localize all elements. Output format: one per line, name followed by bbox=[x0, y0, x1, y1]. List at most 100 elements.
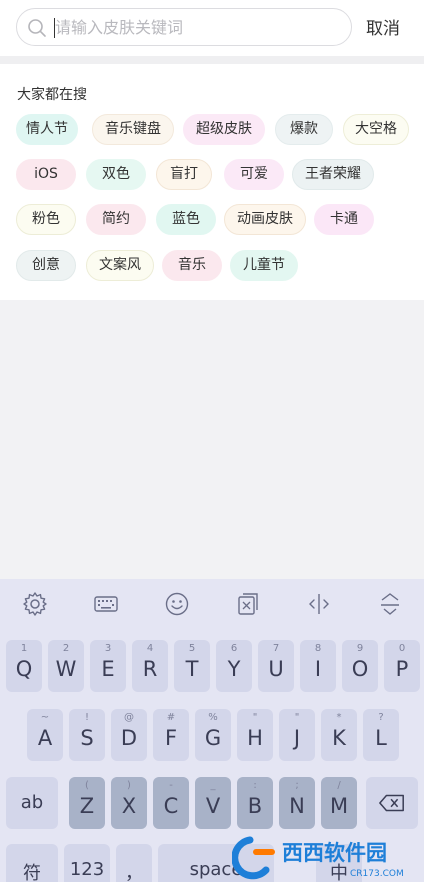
svg-text:CR173.COM: CR173.COM bbox=[350, 869, 404, 879]
key-k[interactable]: * K bbox=[321, 709, 357, 761]
keyboard-toolbar bbox=[0, 579, 424, 629]
key-label: F bbox=[164, 726, 178, 750]
key-hint: 4 bbox=[146, 643, 154, 654]
hot-tag[interactable]: 盲打 bbox=[156, 159, 212, 190]
hot-tag[interactable]: 卡通 bbox=[314, 204, 374, 235]
gear-icon[interactable] bbox=[19, 589, 51, 619]
key-b[interactable]: :B bbox=[237, 777, 273, 829]
key-l[interactable]: ? L bbox=[363, 709, 399, 761]
key-h[interactable]: " H bbox=[237, 709, 273, 761]
key-i[interactable]: 8I bbox=[300, 640, 336, 692]
key-label: Y bbox=[227, 657, 241, 681]
key-hint: # bbox=[166, 712, 176, 723]
backspace-key[interactable] bbox=[366, 777, 418, 829]
hot-tag[interactable]: 双色 bbox=[86, 159, 146, 190]
key-hint: 2 bbox=[62, 643, 70, 654]
symbols-key[interactable]: 符 bbox=[6, 844, 58, 882]
hot-tag[interactable]: 蓝色 bbox=[156, 204, 216, 235]
cancel-button[interactable]: 取消 bbox=[366, 14, 400, 39]
search-box[interactable] bbox=[16, 8, 352, 46]
key-o[interactable]: 9O bbox=[342, 640, 378, 692]
key-y[interactable]: 6Y bbox=[216, 640, 252, 692]
key-label: A bbox=[37, 726, 53, 750]
hot-tag[interactable]: 超级皮肤 bbox=[183, 114, 265, 145]
hot-tag[interactable]: 可爱 bbox=[224, 159, 284, 190]
search-icon bbox=[28, 19, 46, 37]
watermark-logo: 西西软件园 CR173.COM bbox=[232, 836, 404, 880]
hot-tag[interactable]: 创意 bbox=[16, 250, 76, 281]
key-hint: 7 bbox=[272, 643, 280, 654]
hot-tag[interactable]: iOS bbox=[16, 159, 76, 190]
hot-search-panel: 大家都在搜 情人节 音乐键盘 超级皮肤 爆款 大空格 iOS 双色 盲打 可爱 王者荣耀粉色 简约蓝… bbox=[0, 64, 424, 300]
key-hint: ; bbox=[295, 780, 299, 791]
key-u[interactable]: 7U bbox=[258, 640, 294, 692]
key-hint: ) bbox=[127, 780, 131, 791]
key-f[interactable]: # F bbox=[153, 709, 189, 761]
key-label: M bbox=[329, 794, 349, 818]
key-label: N bbox=[289, 794, 305, 818]
key-hint: / bbox=[337, 780, 341, 791]
ab-key[interactable]: ab bbox=[6, 777, 58, 829]
hot-tag[interactable]: 爆款 bbox=[275, 114, 333, 145]
key-hint: " bbox=[252, 712, 258, 723]
clipboard-icon[interactable] bbox=[232, 589, 264, 619]
comma-key[interactable]: ， bbox=[116, 844, 152, 882]
key-w[interactable]: 2W bbox=[48, 640, 84, 692]
key-t[interactable]: 5T bbox=[174, 640, 210, 692]
key-s[interactable]: ! S bbox=[69, 709, 105, 761]
hot-tag[interactable]: 简约 bbox=[86, 204, 146, 235]
search-input[interactable] bbox=[55, 13, 345, 41]
key-label: G bbox=[204, 726, 222, 750]
key-label: P bbox=[395, 657, 409, 681]
key-q[interactable]: 1Q bbox=[6, 640, 42, 692]
key-hint: 8 bbox=[314, 643, 322, 654]
key-hint: ? bbox=[378, 712, 384, 723]
hot-tag[interactable]: 粉色 bbox=[16, 204, 76, 235]
key-label: K bbox=[332, 726, 346, 750]
hot-tag[interactable]: 音乐键盘 bbox=[92, 114, 174, 145]
key-z[interactable]: (Z bbox=[69, 777, 105, 829]
numbers-key[interactable]: 123 bbox=[64, 844, 110, 882]
key-hint: 1 bbox=[20, 643, 28, 654]
hot-tag[interactable]: 儿童节 bbox=[230, 250, 298, 281]
keyboard-icon[interactable] bbox=[90, 589, 122, 619]
key-a[interactable]: ~ A bbox=[27, 709, 63, 761]
hot-tag[interactable]: 王者荣耀 bbox=[292, 159, 374, 190]
key-e[interactable]: 3E bbox=[90, 640, 126, 692]
key-hint: * bbox=[336, 712, 342, 723]
header-divider bbox=[0, 56, 424, 64]
search-header: 取消 bbox=[0, 0, 424, 56]
key-label: Q bbox=[15, 657, 33, 681]
key-label: L bbox=[375, 726, 387, 750]
key-n[interactable]: ; N bbox=[279, 777, 315, 829]
key-x[interactable]: ) X bbox=[111, 777, 147, 829]
key-j[interactable]: " J bbox=[279, 709, 315, 761]
key-label: ab bbox=[20, 792, 44, 813]
key-label: S bbox=[80, 726, 94, 750]
key-label: U bbox=[268, 657, 284, 681]
key-label: 123 bbox=[69, 859, 105, 880]
emoji-icon[interactable] bbox=[161, 589, 193, 619]
key-c[interactable]: -C bbox=[153, 777, 189, 829]
key-g[interactable]: % G bbox=[195, 709, 231, 761]
key-hint: 0 bbox=[398, 643, 406, 654]
key-p[interactable]: 0P bbox=[384, 640, 420, 692]
cursor-icon[interactable] bbox=[303, 589, 335, 619]
key-d[interactable]: @ D bbox=[111, 709, 147, 761]
key-hint: 9 bbox=[356, 643, 364, 654]
backspace-icon bbox=[379, 794, 404, 812]
key-hint: ~ bbox=[40, 712, 50, 723]
hot-tag[interactable]: 文案风 bbox=[86, 250, 154, 281]
hot-tag[interactable]: 情人节 bbox=[16, 114, 78, 145]
key-hint: " bbox=[294, 712, 300, 723]
hot-tag[interactable]: 音乐 bbox=[162, 250, 222, 281]
key-m[interactable]: / M bbox=[321, 777, 357, 829]
svg-text:西西软件园: 西西软件园 bbox=[282, 841, 387, 865]
hot-search-title: 大家都在搜 bbox=[17, 87, 87, 103]
hot-tag[interactable]: 大空格 bbox=[343, 114, 409, 145]
hot-tag[interactable]: 动画皮肤 bbox=[224, 204, 306, 235]
hide-keyboard-icon[interactable] bbox=[374, 589, 406, 619]
key-hint: @ bbox=[124, 712, 134, 723]
key-v[interactable]: _ V bbox=[195, 777, 231, 829]
key-r[interactable]: 4R bbox=[132, 640, 168, 692]
